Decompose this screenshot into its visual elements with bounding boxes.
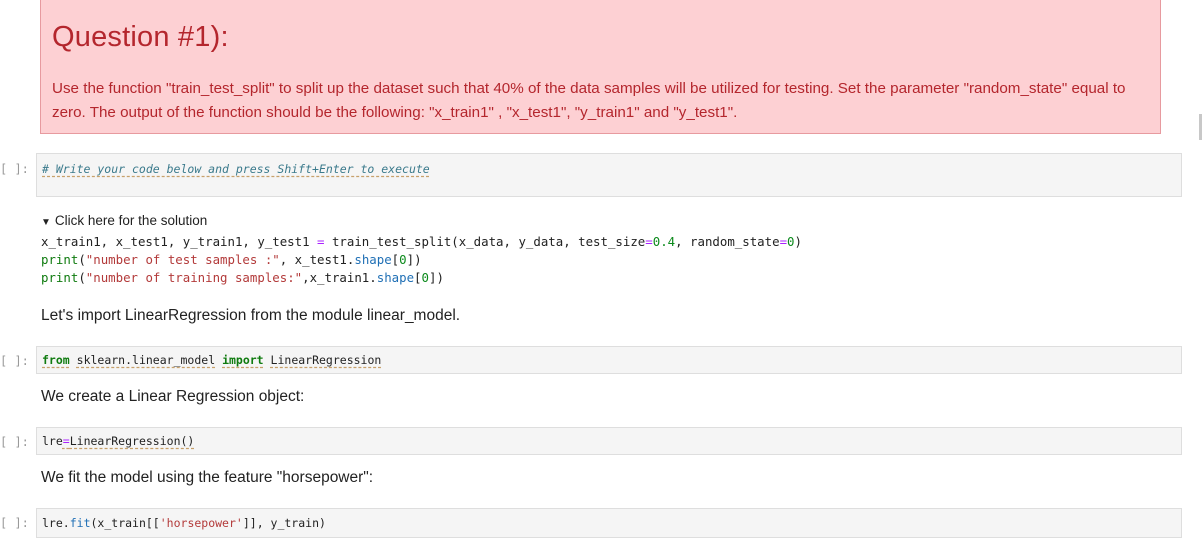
code-cell[interactable]: lre=LinearRegression() <box>36 427 1182 455</box>
question-callout: Question #1): Use the function "train_te… <box>40 0 1161 134</box>
cell-prompt: [ ]: <box>0 354 29 368</box>
code-cell[interactable]: # Write your code below and press Shift+… <box>36 153 1182 197</box>
code-cell[interactable]: lre.fit(x_train[['horsepower']], y_train… <box>36 508 1182 538</box>
cell-prompt: [ ]: <box>0 516 29 530</box>
code-cell[interactable]: from sklearn.linear_model import LinearR… <box>36 346 1182 374</box>
code-comment: # Write your code below and press Shift+… <box>42 162 430 176</box>
solution-code: x_train1, x_test1, y_train1, y_test1 = t… <box>41 234 802 285</box>
solution-summary-label: Click here for the solution <box>54 213 208 228</box>
cell-prompt: [ ]: <box>0 435 29 449</box>
solution-toggle[interactable]: ▼ Click here for the solution <box>41 213 207 228</box>
cell-prompt: [ ]: <box>0 162 29 176</box>
markdown-text: We create a Linear Regression object: <box>41 388 305 405</box>
markdown-text: We fit the model using the feature "hors… <box>41 469 374 486</box>
question-body: Use the function "train_test_split" to s… <box>52 80 1126 121</box>
question-title: Question #1): <box>52 21 229 53</box>
markdown-text: Let's import LinearRegression from the m… <box>41 307 461 324</box>
expand-triangle-icon: ▼ <box>41 217 51 228</box>
